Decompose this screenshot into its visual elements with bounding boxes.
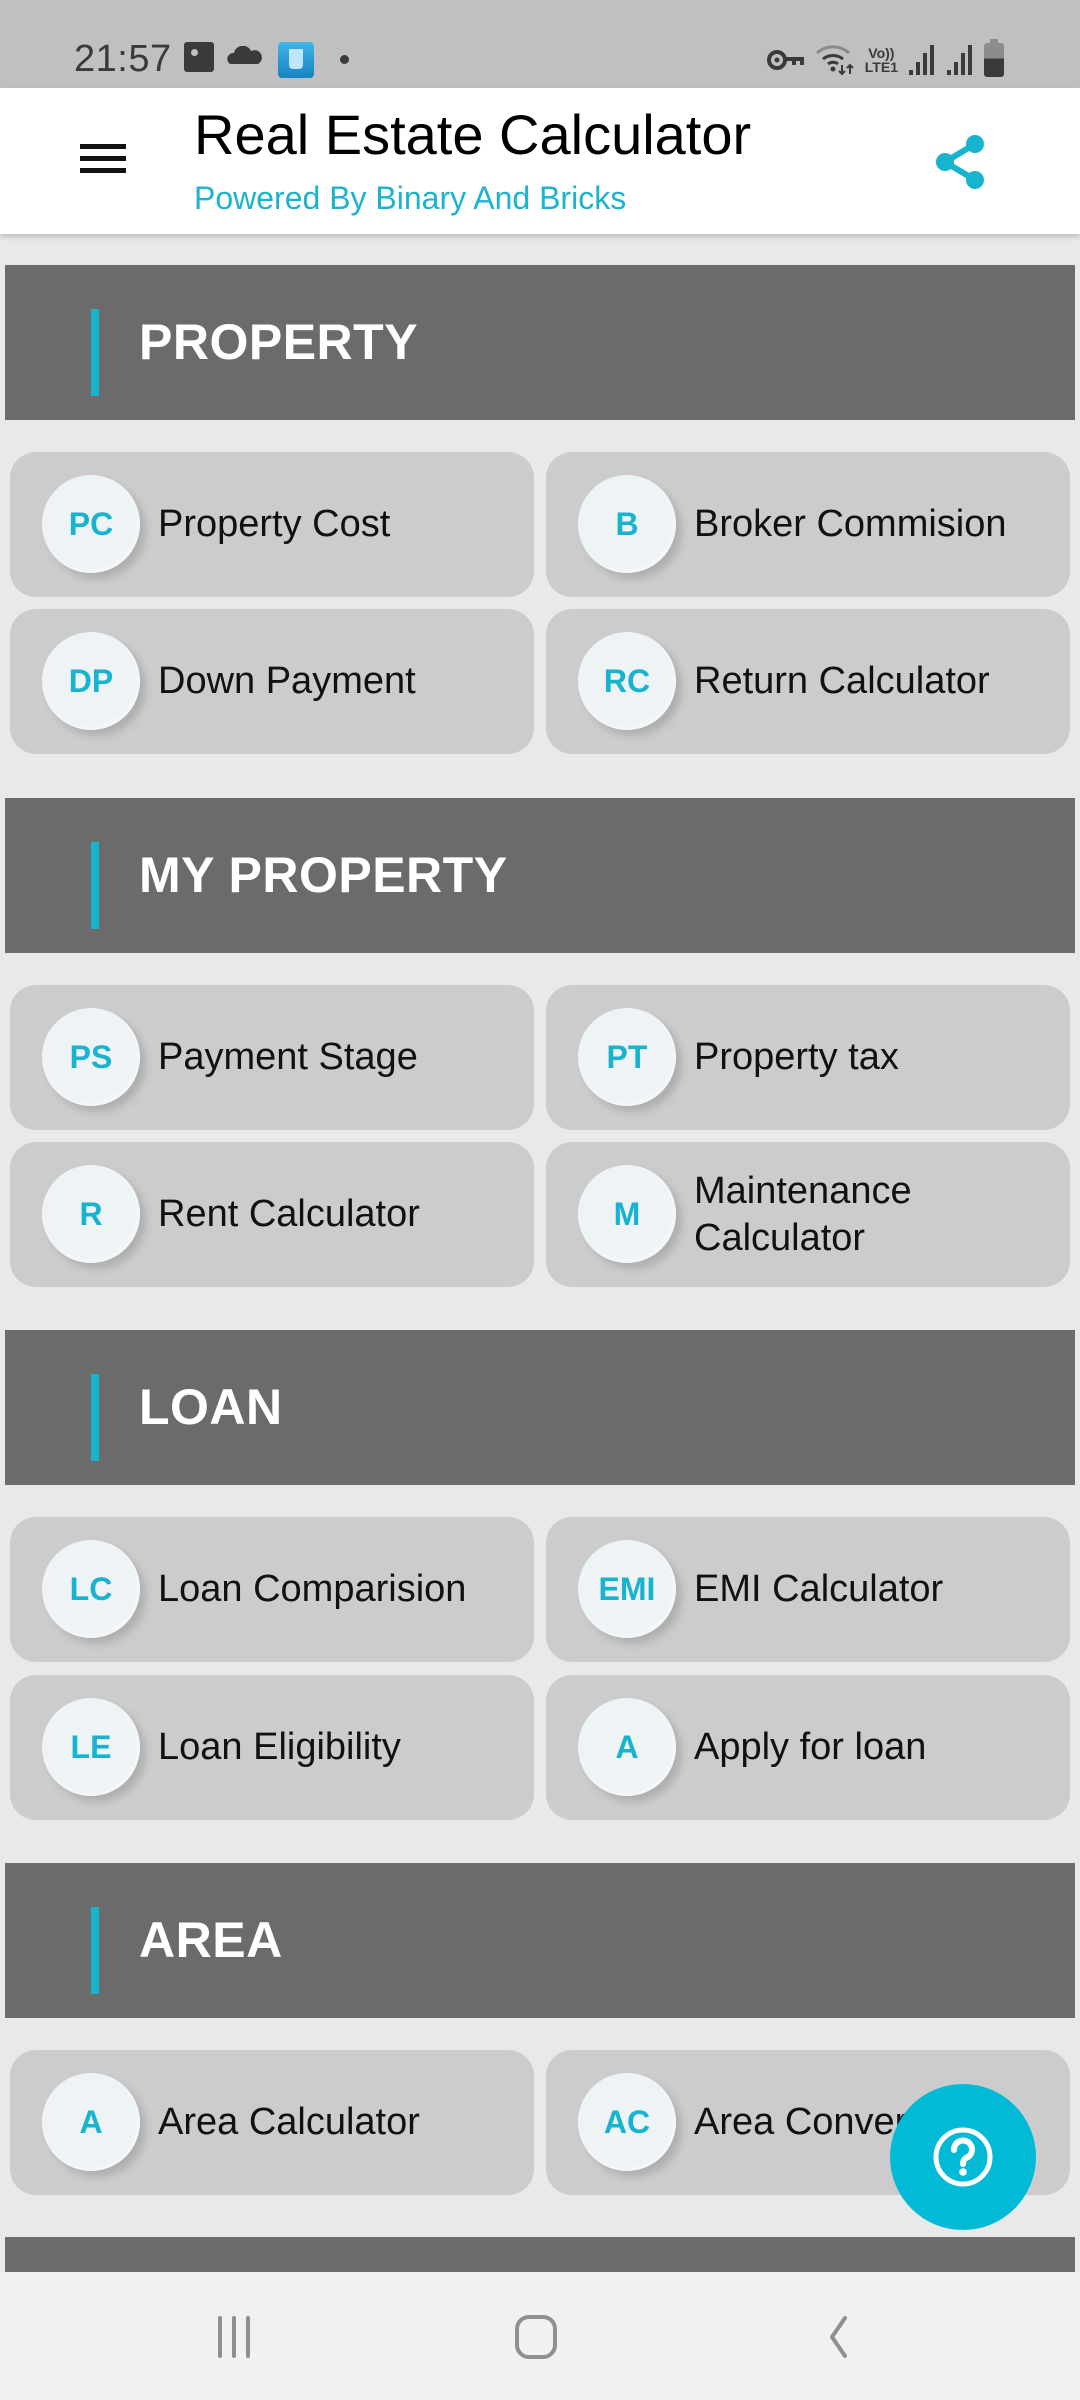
battery-icon [984,39,1004,77]
section-header-loan: LOAN [5,1330,1075,1485]
card-label: Apply for loan [694,1726,927,1768]
wifi-icon [815,45,854,76]
card-label: Broker Commision [694,503,1007,545]
section-accent-bar [91,309,99,396]
card-emi-calculator[interactable]: EMI EMI Calculator [546,1517,1070,1662]
section-title: AREA [139,1912,283,1968]
card-property-tax[interactable]: PT Property tax [546,985,1070,1130]
section-title: PROPERTY [139,314,419,370]
section-title: MY PROPERTY [139,847,508,903]
badge-icon: LE [42,1698,140,1796]
volte-lte-icon: Vo)) LTE1 [864,45,898,75]
recent-apps-icon [218,2316,250,2358]
badge-icon: M [578,1165,676,1263]
cloud-icon [227,46,262,64]
section-title: LOAN [139,1379,283,1435]
section-accent-bar [91,1907,99,1994]
badge-icon: PS [42,1008,140,1106]
badge-icon: RC [578,632,676,730]
card-label: Property Cost [158,503,391,545]
card-label: Payment Stage [158,1036,418,1078]
card-loan-comparision[interactable]: LC Loan Comparision [10,1517,534,1662]
badge-icon: LC [42,1540,140,1638]
card-apply-for-loan[interactable]: A Apply for loan [546,1675,1070,1820]
card-label: Property tax [694,1036,899,1078]
status-bar: 21:57 Vo)) LTE1 [0,0,1080,88]
card-label: Area Calculator [158,2101,420,2143]
badge-icon: A [578,1698,676,1796]
card-loan-eligibility[interactable]: LE Loan Eligibility [10,1675,534,1820]
badge-icon: B [578,475,676,573]
card-area-calculator[interactable]: A Area Calculator [10,2050,534,2195]
notification-dot-icon [340,55,349,64]
home-icon [515,2315,557,2359]
signal-sim1-icon [909,45,934,75]
recent-apps-button[interactable] [194,2302,274,2372]
badge-icon: PC [42,475,140,573]
card-payment-stage[interactable]: PS Payment Stage [10,985,534,1130]
card-property-cost[interactable]: PC Property Cost [10,452,534,597]
section-accent-bar [91,842,99,929]
share-icon[interactable] [930,130,990,194]
app-bar: Real Estate Calculator Powered By Binary… [0,88,1080,234]
card-label: Maintenance Calculator [694,1169,912,1259]
card-label: Rent Calculator [158,1193,420,1235]
card-label: Down Payment [158,660,416,702]
system-nav-bar [0,2272,1080,2400]
water-reminder-app-icon [278,42,314,78]
back-button[interactable] [798,2302,878,2372]
back-icon [830,2316,847,2358]
vpn-key-icon [766,50,804,70]
gallery-icon [184,42,214,72]
card-label: Loan Comparision [158,1568,467,1610]
card-broker-commision[interactable]: B Broker Commision [546,452,1070,597]
status-icons-right: Vo)) LTE1 [766,39,1004,80]
section-header-property: PROPERTY [5,265,1075,420]
help-fab-button[interactable] [890,2084,1036,2230]
card-return-calculator[interactable]: RC Return Calculator [546,609,1070,754]
help-question-icon [933,2127,993,2187]
badge-icon: DP [42,632,140,730]
signal-sim2-icon [947,45,972,75]
app-subtitle: Powered By Binary And Bricks [194,180,627,216]
card-maintenance-calculator[interactable]: M Maintenance Calculator [546,1142,1070,1287]
badge-icon: AC [578,2073,676,2171]
card-label: Loan Eligibility [158,1726,401,1768]
badge-icon: A [42,2073,140,2171]
section-header-my-property: MY PROPERTY [5,798,1075,953]
badge-icon: EMI [578,1540,676,1638]
card-label: EMI Calculator [694,1568,944,1610]
badge-icon: PT [578,1008,676,1106]
home-button[interactable] [496,2302,576,2372]
section-accent-bar [91,1374,99,1461]
hamburger-menu-icon[interactable] [70,134,130,184]
app-title: Real Estate Calculator [194,103,752,166]
card-label: Return Calculator [694,660,990,702]
status-time: 21:57 [74,38,172,80]
card-rent-calculator[interactable]: R Rent Calculator [10,1142,534,1287]
card-down-payment[interactable]: DP Down Payment [10,609,534,754]
badge-icon: R [42,1165,140,1263]
section-header-area: AREA [5,1863,1075,2018]
